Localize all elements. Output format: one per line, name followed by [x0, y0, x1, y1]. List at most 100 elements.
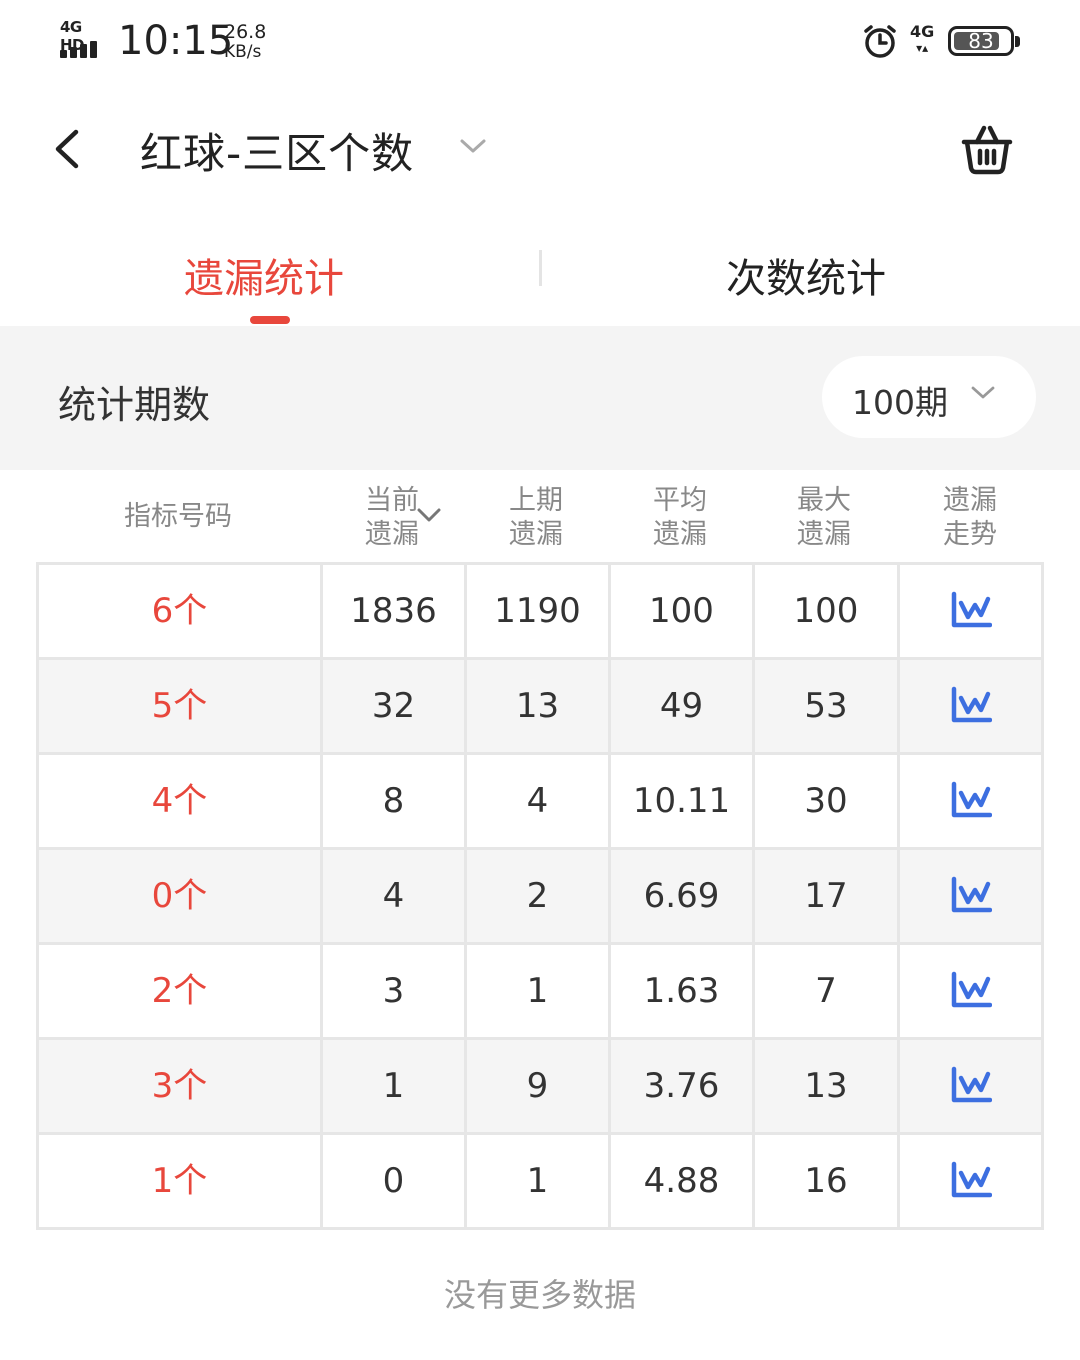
line-chart-icon[interactable] [950, 686, 992, 724]
period-dropdown[interactable]: 100期 [822, 356, 1036, 438]
header-max-line2: 遗漏 [797, 519, 851, 550]
tab-count-stats[interactable]: 次数统计 [726, 246, 886, 304]
chevron-down-icon[interactable] [458, 134, 488, 158]
signal-strength-icon: 4G HD [60, 18, 110, 60]
line-chart-icon[interactable] [950, 876, 992, 914]
table-header: 指标号码 当前 遗漏 上期 遗漏 平均 遗漏 最大 遗漏 遗漏 走势 [36, 470, 1044, 562]
period-section: 统计期数 100期 [0, 326, 1080, 470]
cell-code: 3个 [39, 1040, 323, 1132]
cell-trend[interactable] [900, 1040, 1041, 1132]
cell-trend[interactable] [900, 660, 1041, 752]
cell-prev-miss: 2 [467, 850, 611, 942]
cell-code: 6个 [39, 565, 323, 657]
battery-level: 83 [968, 29, 994, 53]
header-prev-line2: 遗漏 [509, 519, 563, 550]
header-avg-line1: 平均 [653, 485, 707, 516]
cell-trend[interactable] [900, 850, 1041, 942]
cell-current-miss: 1836 [323, 565, 467, 657]
table-row: 3个 1 9 3.76 13 [39, 1040, 1041, 1135]
cell-current-miss: 32 [323, 660, 467, 752]
cell-avg-miss: 3.76 [611, 1040, 755, 1132]
network-speed-unit: KB/s [224, 42, 262, 62]
cell-code: 0个 [39, 850, 323, 942]
tab-divider [539, 250, 542, 286]
line-chart-icon[interactable] [950, 1161, 992, 1199]
header-prev-line1: 上期 [509, 485, 563, 516]
status-bar: 4G HD 10:15 26.8 KB/s 4G ▾▴ 83 [0, 0, 1080, 88]
header-avg-line2: 遗漏 [653, 519, 707, 550]
cell-code: 2个 [39, 945, 323, 1037]
cell-prev-miss: 1190 [467, 565, 611, 657]
table-row: 1个 0 1 4.88 16 [39, 1135, 1041, 1230]
cell-prev-miss: 4 [467, 755, 611, 847]
cell-code: 5个 [39, 660, 323, 752]
header-current-line1: 当前 [365, 485, 419, 516]
cell-current-miss: 1 [323, 1040, 467, 1132]
page-title[interactable]: 红球-三区个数 [140, 120, 414, 181]
cell-trend[interactable] [900, 945, 1041, 1037]
line-chart-icon[interactable] [950, 781, 992, 819]
chevron-left-icon[interactable] [44, 124, 94, 174]
cell-code: 4个 [39, 755, 323, 847]
cell-max-miss: 17 [755, 850, 900, 942]
status-time: 10:15 [118, 18, 234, 64]
header-code: 指标号码 [124, 501, 232, 532]
table-row: 5个 32 13 49 53 [39, 660, 1041, 755]
cell-prev-miss: 13 [467, 660, 611, 752]
stats-table: 6个 1836 1190 100 100 5个 32 13 49 53 4个 8… [36, 562, 1044, 1230]
cell-max-miss: 16 [755, 1135, 900, 1227]
cell-current-miss: 8 [323, 755, 467, 847]
header-trend-line2: 走势 [943, 519, 997, 550]
cell-trend[interactable] [900, 755, 1041, 847]
active-tab-indicator [250, 316, 290, 324]
sort-desc-icon[interactable] [416, 506, 442, 524]
table-row: 4个 8 4 10.11 30 [39, 755, 1041, 850]
header-miss-trend: 遗漏 走势 [896, 484, 1044, 552]
cell-current-miss: 3 [323, 945, 467, 1037]
cell-trend[interactable] [900, 565, 1041, 657]
period-selected-value: 100期 [852, 383, 948, 422]
cell-current-miss: 0 [323, 1135, 467, 1227]
alarm-clock-icon [864, 25, 896, 58]
header-max-line1: 最大 [797, 485, 851, 516]
header-avg-miss: 平均 遗漏 [608, 484, 752, 552]
table-row: 6个 1836 1190 100 100 [39, 565, 1041, 660]
app-header: 红球-三区个数 [0, 88, 1080, 218]
cell-max-miss: 30 [755, 755, 900, 847]
tab-miss-stats[interactable]: 遗漏统计 [184, 246, 344, 304]
cell-max-miss: 13 [755, 1040, 900, 1132]
cell-prev-miss: 1 [467, 945, 611, 1037]
network-speed: 26.8 KB/s [224, 22, 266, 62]
cell-current-miss: 4 [323, 850, 467, 942]
cell-prev-miss: 9 [467, 1040, 611, 1132]
shopping-basket-icon[interactable] [958, 120, 1016, 178]
network-speed-value: 26.8 [224, 21, 267, 43]
header-current-miss[interactable]: 当前 遗漏 [320, 484, 464, 552]
cell-avg-miss: 100 [611, 565, 755, 657]
cell-avg-miss: 49 [611, 660, 755, 752]
cell-avg-miss: 4.88 [611, 1135, 755, 1227]
line-chart-icon[interactable] [950, 591, 992, 629]
battery-icon: 83 [948, 26, 1020, 56]
header-max-miss: 最大 遗漏 [752, 484, 896, 552]
table-row: 0个 4 2 6.69 17 [39, 850, 1041, 945]
cell-max-miss: 7 [755, 945, 900, 1037]
chevron-down-icon [971, 386, 995, 399]
line-chart-icon[interactable] [950, 1066, 992, 1104]
period-label: 统计期数 [58, 383, 211, 427]
cell-avg-miss: 10.11 [611, 755, 755, 847]
cell-max-miss: 100 [755, 565, 900, 657]
tab-bar: 遗漏统计 次数统计 [0, 218, 1080, 326]
cell-trend[interactable] [900, 1135, 1041, 1227]
header-current-line2: 遗漏 [365, 519, 419, 550]
mobile-data-icon: 4G ▾▴ [910, 22, 935, 56]
cell-avg-miss: 6.69 [611, 850, 755, 942]
cell-prev-miss: 1 [467, 1135, 611, 1227]
cell-max-miss: 53 [755, 660, 900, 752]
header-prev-miss: 上期 遗漏 [464, 484, 608, 552]
header-trend-line1: 遗漏 [943, 485, 997, 516]
line-chart-icon[interactable] [950, 971, 992, 1009]
cell-code: 1个 [39, 1135, 323, 1227]
table-row: 2个 3 1 1.63 7 [39, 945, 1041, 1040]
cell-avg-miss: 1.63 [611, 945, 755, 1037]
